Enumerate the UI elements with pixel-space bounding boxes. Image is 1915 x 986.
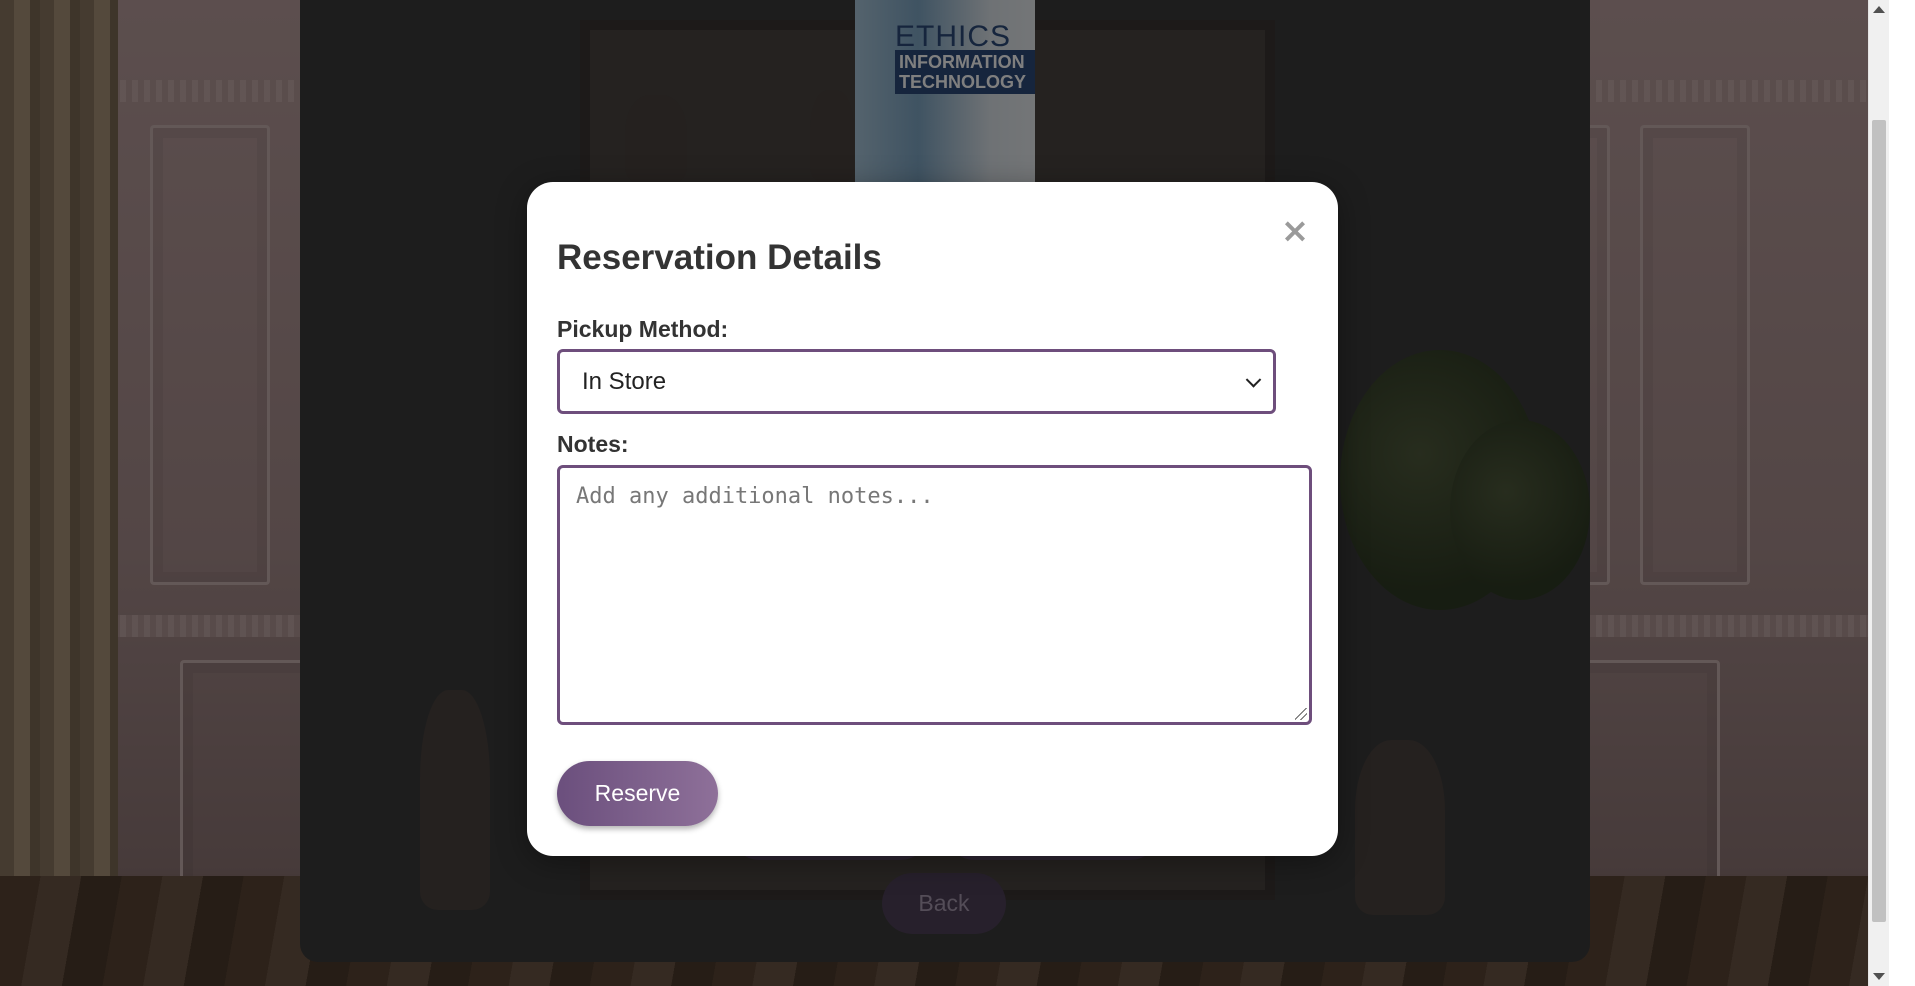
vertical-scrollbar[interactable]: [1868, 0, 1889, 986]
window-edge: [1889, 0, 1915, 986]
pickup-method-select[interactable]: In Store: [557, 349, 1276, 414]
scroll-thumb[interactable]: [1872, 120, 1886, 922]
scroll-down-icon[interactable]: [1873, 973, 1885, 980]
resize-grip-icon[interactable]: [1295, 708, 1307, 720]
modal-title: Reservation Details: [557, 238, 882, 277]
reserve-button[interactable]: Reserve: [557, 761, 718, 826]
close-icon[interactable]: ×: [1278, 214, 1312, 248]
notes-label: Notes:: [557, 431, 629, 457]
scroll-up-icon[interactable]: [1873, 6, 1885, 13]
pickup-method-label: Pickup Method:: [557, 316, 729, 342]
pickup-method-value: In Store: [582, 367, 667, 395]
notes-textarea[interactable]: [557, 465, 1312, 725]
chevron-down-icon: [1245, 371, 1262, 388]
